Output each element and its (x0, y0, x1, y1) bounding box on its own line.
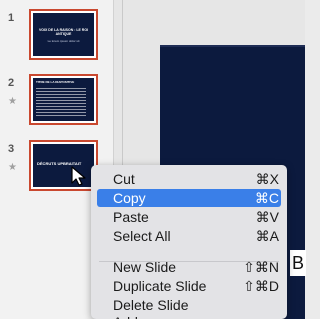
context-menu: Cut ⌘X Copy ⌘C Paste ⌘V Select All ⌘A Ne… (91, 165, 287, 319)
menu-item-shortcut: ⌘X (255, 171, 279, 187)
slide-1-preview: VOIX DE LA RAISON : LE ROI ANTIQUE Le lo… (33, 13, 94, 56)
menu-item-label: New Slide (113, 259, 177, 275)
menu-item-label: Delete Slide (113, 297, 189, 313)
mouse-pointer-icon (71, 166, 86, 186)
menu-item-copy[interactable]: Copy ⌘C (97, 189, 281, 207)
menu-item-paste[interactable]: Paste ⌘V (97, 208, 281, 226)
slide-number-3: 3 (8, 143, 15, 155)
menu-item-shortcut: ⇧⌘N (243, 259, 279, 275)
current-slide-top-edge (160, 45, 305, 47)
menu-item-label: Copy (113, 190, 146, 206)
menu-item-add-section[interactable]: Add Section (113, 315, 173, 319)
slide-3-transition-star-icon: ★ (8, 162, 17, 173)
slide-1-title: VOIX DE LA RAISON : LE ROI ANTIQUE (38, 28, 89, 36)
menu-item-duplicate-slide[interactable]: Duplicate Slide ⇧⌘D (97, 277, 281, 295)
menu-item-cut[interactable]: Cut ⌘X (97, 170, 281, 188)
slide-2-body-text (36, 88, 86, 117)
menu-item-label: Cut (113, 171, 135, 187)
slide-thumbnail-2[interactable]: TITRE DE LA DIAPOSITIVE (29, 74, 98, 125)
slide-2-transition-star-icon: ★ (8, 96, 17, 107)
slide-2-preview: TITRE DE LA DIAPOSITIVE (33, 78, 94, 121)
slide-text-box-partial[interactable]: B (290, 250, 307, 276)
menu-item-label: Duplicate Slide (113, 278, 207, 294)
menu-item-new-slide[interactable]: New Slide ⇧⌘N (97, 258, 281, 276)
slide-1-subtitle: Le lorem ipsum dolor sit (47, 39, 80, 43)
menu-item-shortcut: ⌘A (255, 228, 279, 244)
slide-number-2: 2 (8, 77, 15, 89)
slide-number-1: 1 (8, 12, 15, 24)
menu-item-label: Paste (113, 209, 149, 225)
menu-item-shortcut: ⌘V (255, 209, 279, 225)
slide-text-partial: ( (297, 292, 302, 308)
slide-2-title: TITRE DE LA DIAPOSITIVE (36, 80, 75, 84)
menu-item-select-all[interactable]: Select All ⌘A (97, 227, 281, 245)
menu-item-shortcut: ⌘C (254, 190, 279, 206)
slide-thumbnail-1[interactable]: VOIX DE LA RAISON : LE ROI ANTIQUE Le lo… (29, 9, 98, 60)
menu-item-label: Select All (113, 228, 171, 244)
menu-item-delete-slide[interactable]: Delete Slide (97, 296, 281, 314)
menu-item-shortcut: ⇧⌘D (243, 278, 279, 294)
